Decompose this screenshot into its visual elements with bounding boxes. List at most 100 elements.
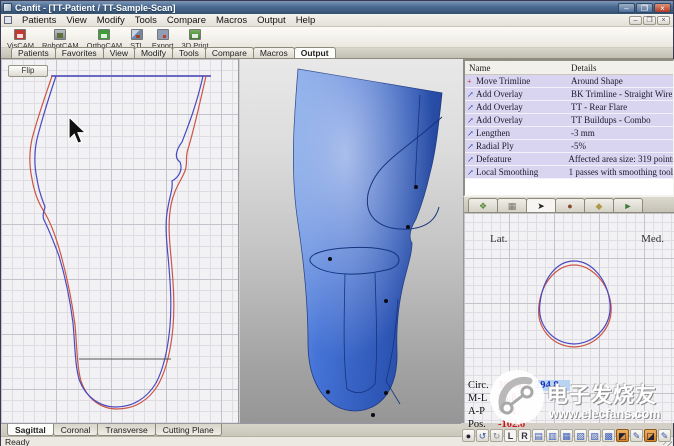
selected-value: 294.8 xyxy=(534,380,570,391)
smoothing-icon: ↗ xyxy=(467,168,475,177)
section-icon-tabs: ❖ ▦ ➤ ● ◆ ► xyxy=(464,197,674,213)
document-icon xyxy=(4,16,12,24)
view-cube-icon[interactable]: ▩ xyxy=(602,429,615,442)
defeature-icon: ↗ xyxy=(467,155,475,164)
tab-patients[interactable]: Patients xyxy=(11,47,56,58)
measurement-row-ml: M-L 96.8 xyxy=(468,392,570,405)
right-side-button[interactable]: R xyxy=(518,429,531,442)
pen-tool-icon[interactable]: ✎ xyxy=(658,429,671,442)
view-cube-icon[interactable]: ▦ xyxy=(560,429,573,442)
menu-item-help[interactable]: Help xyxy=(291,15,321,26)
grid-icon-tab[interactable]: ▦ xyxy=(497,198,527,212)
patch-icon: ◆ xyxy=(596,201,603,211)
left-side-button[interactable]: L xyxy=(504,429,517,442)
main-toolbar: VisCAM RobotCAM OrthoCAM STL Export 3D P… xyxy=(1,27,673,48)
tab-view[interactable]: View xyxy=(103,47,135,58)
menu-item-macros[interactable]: Macros xyxy=(211,15,252,26)
pin-icon: ➤ xyxy=(537,201,545,211)
red-floppy-icon xyxy=(14,29,26,40)
pen-tool-icon[interactable]: ✎ xyxy=(630,429,643,442)
bottom-right-toolbar: ● ↺ ↻ L R ▤ ▥ ▦ ▧ ▨ ▩ ◩ ✎ ◪ ✎ xyxy=(462,427,671,444)
view-cube-icon[interactable]: ▥ xyxy=(546,429,559,442)
cursor-arrow xyxy=(69,117,86,143)
status-text: Ready xyxy=(5,437,30,446)
model-3d-view[interactable] xyxy=(240,59,463,423)
table-row[interactable]: ↗Local Smoothing 1 passes with smoothing… xyxy=(465,166,673,179)
view-cube-icon[interactable]: ▤ xyxy=(532,429,545,442)
menu-item-patients[interactable]: Patients xyxy=(17,15,61,26)
tab-tools[interactable]: Tools xyxy=(172,47,206,58)
menu-item-compare[interactable]: Compare xyxy=(162,15,211,26)
arrow-icon-tab[interactable]: ► xyxy=(613,198,643,212)
history-header: Name Details xyxy=(465,61,673,75)
minimize-button[interactable]: – xyxy=(618,3,635,13)
cross-section-view[interactable]: Lat. Med. Circ. 300.4 294.8 M-L 96.8 A- xyxy=(464,213,674,423)
menu-item-output[interactable]: Output xyxy=(252,15,291,26)
prosthetic-model xyxy=(240,59,463,423)
table-row[interactable]: ↗Add Overlay TT - Rear Flare xyxy=(465,101,673,114)
pin-icon-tab[interactable]: ➤ xyxy=(526,198,556,212)
table-row[interactable]: ↗Lengthen -3 mm xyxy=(465,127,673,140)
table-row[interactable]: ↗Add Overlay TT Buildups - Combo xyxy=(465,114,673,127)
green-floppy-icon xyxy=(98,29,110,40)
lateral-label: Lat. xyxy=(490,233,507,245)
overlay-icon: ↗ xyxy=(467,90,475,99)
maximize-button[interactable]: ❐ xyxy=(636,3,653,13)
sphere-icon: ● xyxy=(567,201,572,211)
plane-tab-bar: Sagittal Coronal Transverse Cutting Plan… xyxy=(1,423,461,436)
overlay-icon: ↗ xyxy=(467,116,475,125)
medial-label: Med. xyxy=(641,233,664,245)
table-row[interactable]: ↗Radial Ply -5% xyxy=(465,140,673,153)
table-row[interactable]: ↗Add Overlay BK Trimline - Straight Wire xyxy=(465,88,673,101)
child-minimize-button[interactable]: – xyxy=(629,16,642,25)
redo-icon[interactable]: ↻ xyxy=(490,429,503,442)
robot-icon xyxy=(54,29,66,40)
table-row[interactable]: +Move Trimline Around Shape xyxy=(465,75,673,88)
undo-icon[interactable]: ↺ xyxy=(476,429,489,442)
view-cube-icon[interactable]: ▨ xyxy=(588,429,601,442)
flower-icon: ❖ xyxy=(479,201,487,211)
measure-tool-icon[interactable]: ◩ xyxy=(616,429,629,442)
tab-coronal[interactable]: Coronal xyxy=(53,424,99,436)
measurement-row-ap: A-P 95.1 xyxy=(468,405,570,418)
tab-cutting-plane[interactable]: Cutting Plane xyxy=(155,424,222,436)
ribbon-tab-bar: Patients Favorites View Modify Tools Com… xyxy=(1,48,673,59)
child-close-button[interactable]: × xyxy=(657,16,670,25)
tab-transverse[interactable]: Transverse xyxy=(97,424,155,436)
grid-icon: ▦ xyxy=(508,201,517,211)
tab-macros[interactable]: Macros xyxy=(253,47,295,58)
app-icon xyxy=(3,3,12,12)
lengthen-icon: ↗ xyxy=(467,129,475,138)
canfit-window: Canfit - [TT-Patient / TT-Sample-Scan] –… xyxy=(0,0,674,446)
sagittal-view[interactable]: Flip xyxy=(1,59,239,423)
flower-icon-tab[interactable]: ❖ xyxy=(468,198,498,212)
menu-item-modify[interactable]: Modify xyxy=(92,15,130,26)
sphere-icon-tab[interactable]: ● xyxy=(555,198,585,212)
view-cube-icon[interactable]: ▧ xyxy=(574,429,587,442)
flip-button[interactable]: Flip xyxy=(8,65,48,77)
arrow-icon: ► xyxy=(624,201,633,211)
menu-bar: Patients View Modify Tools Compare Macro… xyxy=(1,14,673,27)
measurement-row-circ: Circ. 300.4 294.8 xyxy=(468,379,570,392)
patch-icon-tab[interactable]: ◆ xyxy=(584,198,614,212)
tab-sagittal[interactable]: Sagittal xyxy=(7,424,54,436)
close-button[interactable]: × xyxy=(654,3,671,13)
overlay-icon: ↗ xyxy=(467,103,475,112)
tab-output[interactable]: Output xyxy=(294,47,336,58)
measure-tool-icon[interactable]: ◪ xyxy=(644,429,657,442)
radial-ply-icon: ↗ xyxy=(467,142,475,151)
stl-image-icon xyxy=(131,29,143,40)
menu-item-view[interactable]: View xyxy=(61,15,91,26)
table-row[interactable]: ↗Defeature Affected area size: 319 point… xyxy=(465,153,673,166)
tab-favorites[interactable]: Favorites xyxy=(55,47,104,58)
measurement-readout: Circ. 300.4 294.8 M-L 96.8 A-P 95.1 Pos.… xyxy=(468,379,570,431)
menu-item-tools[interactable]: Tools xyxy=(130,15,162,26)
tab-modify[interactable]: Modify xyxy=(134,47,173,58)
pin-tool-icon[interactable]: ● xyxy=(462,429,475,442)
tab-compare[interactable]: Compare xyxy=(205,47,254,58)
column-details[interactable]: Details xyxy=(569,63,597,73)
title-bar: Canfit - [TT-Patient / TT-Sample-Scan] –… xyxy=(1,1,673,14)
child-restore-button[interactable]: ❐ xyxy=(643,16,656,25)
window-title: Canfit - [TT-Patient / TT-Sample-Scan] xyxy=(15,3,176,13)
column-name[interactable]: Name xyxy=(465,63,569,73)
